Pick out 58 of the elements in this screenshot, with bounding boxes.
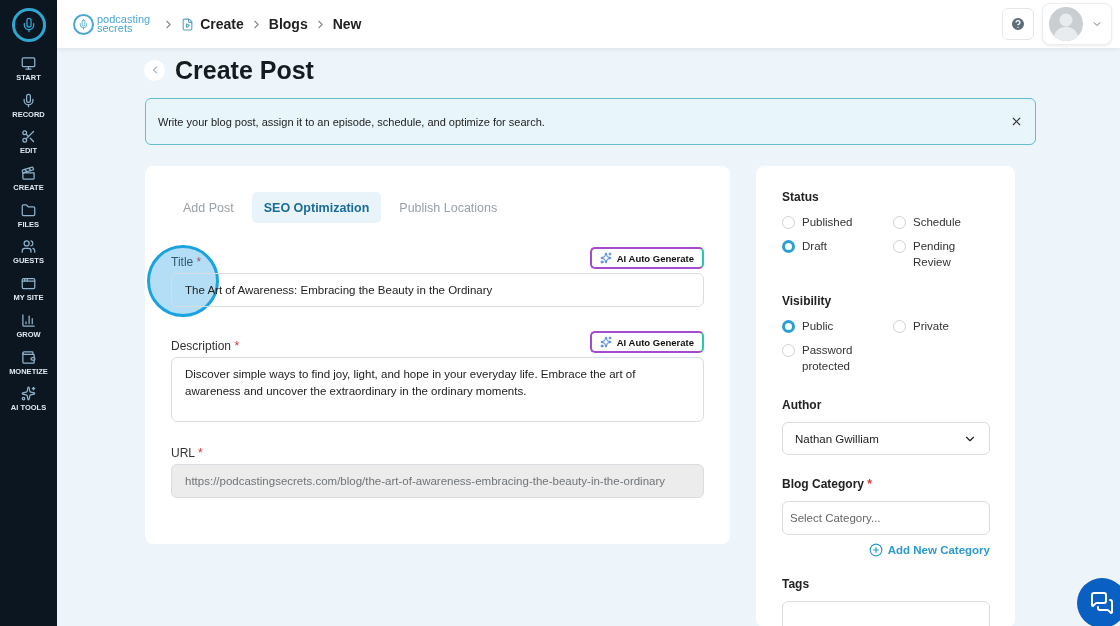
wallet-icon xyxy=(21,349,36,365)
close-icon[interactable] xyxy=(1010,115,1023,128)
bar-chart-icon xyxy=(21,312,36,328)
radio-label: Pending Review xyxy=(913,239,957,270)
section-title: Author xyxy=(782,398,823,412)
sparkles-icon xyxy=(599,336,612,348)
category-field[interactable]: Select Category... xyxy=(782,501,990,535)
section-title: Visibility xyxy=(782,294,833,308)
breadcrumb-link[interactable]: New xyxy=(332,16,362,32)
radio-label: Published xyxy=(802,215,853,230)
sparkles-icon xyxy=(21,386,36,402)
breadcrumb-link[interactable]: Blogs xyxy=(268,16,308,32)
breadcrumb-link[interactable]: Create xyxy=(200,16,244,32)
radio-button[interactable] xyxy=(782,216,795,229)
radio-button[interactable] xyxy=(893,216,906,229)
radio-label: Private xyxy=(913,319,949,334)
generate-button[interactable]: AI Auto Generate xyxy=(589,331,704,353)
radio-button[interactable] xyxy=(782,320,795,333)
chat-icon xyxy=(1090,591,1114,615)
plus-circle-icon xyxy=(868,543,883,557)
microphone-icon xyxy=(21,92,36,108)
radio-label: Public xyxy=(802,319,834,334)
people-icon xyxy=(21,239,36,255)
generate-button[interactable]: AI Auto Generate xyxy=(589,247,704,269)
folder-icon xyxy=(21,202,36,218)
description-field[interactable]: Discover simple ways to find joy, light, and hope in your everyday life. Embrace the art of awareness and uncover the extraordinary in the ordinary moments. xyxy=(171,357,704,422)
section-title: Blog Category * xyxy=(782,477,874,491)
page-title: Create Post xyxy=(175,55,314,85)
radio-label: Password protected xyxy=(802,343,854,374)
sparkles-icon xyxy=(599,252,612,264)
field-label: Description * xyxy=(171,339,240,353)
radio-button[interactable] xyxy=(893,240,906,253)
back-button[interactable] xyxy=(144,59,165,81)
radio-button[interactable] xyxy=(893,320,906,333)
monitor-icon xyxy=(21,56,36,71)
section-title: Status xyxy=(782,190,820,204)
radio-button[interactable] xyxy=(782,344,795,357)
scissors-icon xyxy=(21,129,36,145)
tags-field[interactable] xyxy=(782,601,990,626)
radio-button[interactable] xyxy=(782,240,795,253)
avatar-icon xyxy=(1049,7,1083,41)
video-file-icon xyxy=(181,17,195,31)
tab[interactable]: SEO Optimization xyxy=(251,192,382,223)
chat-button[interactable] xyxy=(1077,578,1120,626)
section-title: Tags xyxy=(782,577,811,591)
field-label: URL * xyxy=(171,446,203,460)
brand-name: podcasting secrets xyxy=(97,15,151,33)
author-select[interactable]: Nathan Gwilliam xyxy=(782,422,990,455)
help-icon xyxy=(1010,16,1026,32)
radio-label: Draft xyxy=(802,239,827,254)
field-label: Title * xyxy=(171,255,202,269)
banner-text: Write your blog post, assign it to an episode, schedule, and optimize for search. xyxy=(158,115,545,128)
user-menu-button[interactable] xyxy=(1042,3,1112,45)
logo-icon[interactable] xyxy=(11,8,46,42)
help-button[interactable] xyxy=(1002,8,1034,40)
radio-label: Schedule xyxy=(913,215,961,230)
clapperboard-icon xyxy=(21,166,36,182)
window-icon xyxy=(21,276,36,292)
